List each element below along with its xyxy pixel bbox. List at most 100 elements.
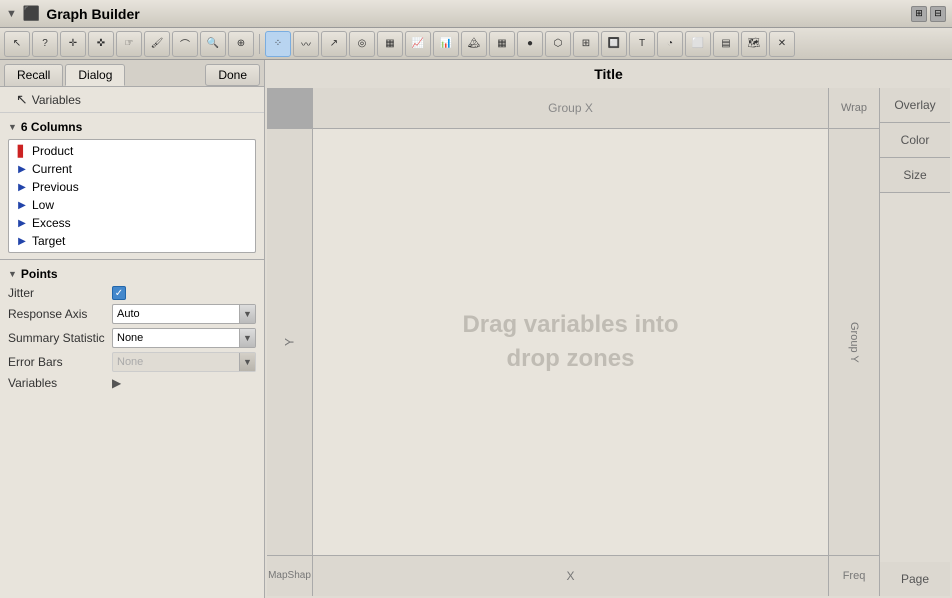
tab-row: Recall Dialog Done xyxy=(0,60,264,87)
column-item-product[interactable]: ▋ Product xyxy=(9,142,255,160)
page-button[interactable]: Page xyxy=(880,562,950,596)
main-drop-zone[interactable]: Drag variables into drop zones xyxy=(313,129,828,555)
toolbar-btn-grid[interactable]: ⊞ xyxy=(573,31,599,57)
response-axis-arrow[interactable]: ▼ xyxy=(239,305,255,323)
response-axis-label: Response Axis xyxy=(8,307,108,321)
error-bars-select[interactable]: None ▼ xyxy=(112,352,256,372)
column-item-low[interactable]: ▶ Low xyxy=(9,196,255,214)
variables-header[interactable]: ↖ Variables xyxy=(0,87,264,113)
right-panel-inner: Overlay Color Size Page xyxy=(880,88,950,596)
points-section-header[interactable]: ▼ Points xyxy=(4,264,260,284)
y-drop-zone[interactable]: Y xyxy=(267,129,312,555)
collapse-icon[interactable]: ▼ xyxy=(6,8,17,20)
toolbar-btn-measure[interactable]: ⊕ xyxy=(228,31,254,57)
drop-text-line1: Drag variables into xyxy=(462,308,678,342)
toolbar-btn-var2[interactable]: 🗺 xyxy=(741,31,767,57)
form-row-error-bars: Error Bars None ▼ xyxy=(4,350,260,374)
group-x-drop-zone[interactable]: Group X xyxy=(313,88,828,128)
map-shap-label: Map Shap xyxy=(267,556,312,596)
columns-list: ▋ Product ▶ Current ▶ Previous ▶ Low ▶ xyxy=(8,139,256,253)
toolbar-btn-text[interactable]: T xyxy=(629,31,655,57)
main-layout: Recall Dialog Done ↖ Variables ▼ 6 Colum… xyxy=(0,60,952,598)
drop-text-line2: drop zones xyxy=(506,342,634,376)
toolbar-btn-lasso[interactable]: ⌒ xyxy=(172,31,198,57)
tab-done[interactable]: Done xyxy=(205,64,260,86)
form-row-jitter: Jitter ✓ xyxy=(4,284,260,302)
right-panel-spacer xyxy=(880,193,950,562)
tab-recall[interactable]: Recall xyxy=(4,64,63,86)
title-bar: ▼ ⬛ Graph Builder ⊞ ⊟ xyxy=(0,0,952,28)
error-bars-arrow[interactable]: ▼ xyxy=(239,353,255,371)
columns-section: ▼ 6 Columns ▋ Product ▶ Current ▶ Previo… xyxy=(0,113,264,259)
triangle-icon-previous: ▶ xyxy=(17,182,27,192)
x-drop-zone[interactable]: X xyxy=(313,556,828,596)
freq-drop-zone[interactable]: Freq xyxy=(829,556,879,596)
tab-dialog[interactable]: Dialog xyxy=(65,64,125,86)
form-row-summary-statistic: Summary Statistic None ▼ xyxy=(4,326,260,350)
response-axis-value: Auto xyxy=(117,308,235,320)
column-item-target[interactable]: ▶ Target xyxy=(9,232,255,250)
y-label: Y xyxy=(283,338,297,346)
toolbar-btn-pie[interactable]: ● xyxy=(517,31,543,57)
response-axis-select[interactable]: Auto ▼ xyxy=(112,304,256,324)
toolbar-btn-treemap[interactable]: ▦ xyxy=(489,31,515,57)
toolbar: ↖ ? ✛ ✜ ☞ 🖌 ⌒ 🔍 ⊕ ⁘ 〰 ↗ ◎ ▦ 📈 📊 🏔 ▦ ● ⬡ … xyxy=(0,28,952,60)
toolbar-btn-map[interactable]: ⬡ xyxy=(545,31,571,57)
window-title: Graph Builder xyxy=(46,6,905,22)
right-panel: Overlay Color Size Page xyxy=(880,88,950,596)
variables-arrow-icon[interactable]: ▶ xyxy=(112,376,121,390)
error-bars-value: None xyxy=(117,356,235,368)
column-label-low: Low xyxy=(32,198,54,212)
toolbar-btn-bar[interactable]: 📊 xyxy=(433,31,459,57)
toolbar-btn-heatmap[interactable]: 🔲 xyxy=(601,31,627,57)
toolbar-btn-brush[interactable]: 🖌 xyxy=(144,31,170,57)
size-button[interactable]: Size xyxy=(880,158,950,193)
jitter-control: ✓ xyxy=(112,286,256,300)
toolbar-btn-crosshair[interactable]: ✛ xyxy=(60,31,86,57)
group-x-label: Group X xyxy=(548,101,593,115)
x-label: X xyxy=(566,569,574,583)
toolbar-btn-move[interactable]: ✜ xyxy=(88,31,114,57)
column-item-current[interactable]: ▶ Current xyxy=(9,160,255,178)
right-canvas: Title Group X Wrap Overlay Color xyxy=(265,60,952,598)
column-item-excess[interactable]: ▶ Excess xyxy=(9,214,255,232)
points-header-label: Points xyxy=(21,267,58,281)
toolbar-btn-points[interactable]: ⁘ xyxy=(265,31,291,57)
toolbar-btn-surface[interactable]: 🏔 xyxy=(461,31,487,57)
toolbar-btn-pan[interactable]: ☞ xyxy=(116,31,142,57)
wrap-drop-zone[interactable]: Wrap xyxy=(829,88,879,128)
toolbar-btn-linechart[interactable]: 📈 xyxy=(405,31,431,57)
variables-sub-label: Variables xyxy=(8,376,108,390)
jitter-checkbox[interactable]: ✓ xyxy=(112,286,126,300)
overlay-label: Overlay xyxy=(894,98,935,112)
summary-statistic-arrow[interactable]: ▼ xyxy=(239,329,255,347)
toolbar-btn-smoother[interactable]: 〰 xyxy=(293,31,319,57)
corner-icon-1[interactable]: ⊞ xyxy=(911,6,927,22)
toolbar-btn-pointer[interactable]: ↖ xyxy=(4,31,30,57)
toolbar-btn-circle[interactable]: ◔ xyxy=(657,31,683,57)
summary-statistic-select[interactable]: None ▼ xyxy=(112,328,256,348)
map-label: Map xyxy=(268,570,287,582)
toolbar-btn-magnify[interactable]: 🔍 xyxy=(200,31,226,57)
size-label: Size xyxy=(903,168,926,182)
overlay-button[interactable]: Overlay xyxy=(880,88,950,123)
column-item-previous[interactable]: ▶ Previous xyxy=(9,178,255,196)
bar-chart-icon: ▋ xyxy=(17,146,27,156)
toolbar-btn-area[interactable]: ▦ xyxy=(377,31,403,57)
group-y-drop-zone[interactable]: Group Y xyxy=(829,129,879,555)
column-label-product: Product xyxy=(32,144,73,158)
corner-icon-2[interactable]: ⊟ xyxy=(930,6,946,22)
form-row-response-axis: Response Axis Auto ▼ xyxy=(4,302,260,326)
toolbar-btn-line[interactable]: ↗ xyxy=(321,31,347,57)
jitter-label: Jitter xyxy=(8,286,108,300)
toolbar-btn-var3[interactable]: ✕ xyxy=(769,31,795,57)
toolbar-btn-box[interactable]: ⬜ xyxy=(685,31,711,57)
columns-header[interactable]: ▼ 6 Columns xyxy=(4,117,260,137)
color-button[interactable]: Color xyxy=(880,123,950,158)
toolbar-btn-var1[interactable]: ▤ xyxy=(713,31,739,57)
cursor-icon: ↖ xyxy=(16,91,28,108)
chevron-down-icon: ▼ xyxy=(243,309,252,319)
toolbar-btn-contour[interactable]: ◎ xyxy=(349,31,375,57)
toolbar-btn-help[interactable]: ? xyxy=(32,31,58,57)
canvas-wrapper: Group X Wrap Overlay Color Size xyxy=(267,88,950,596)
